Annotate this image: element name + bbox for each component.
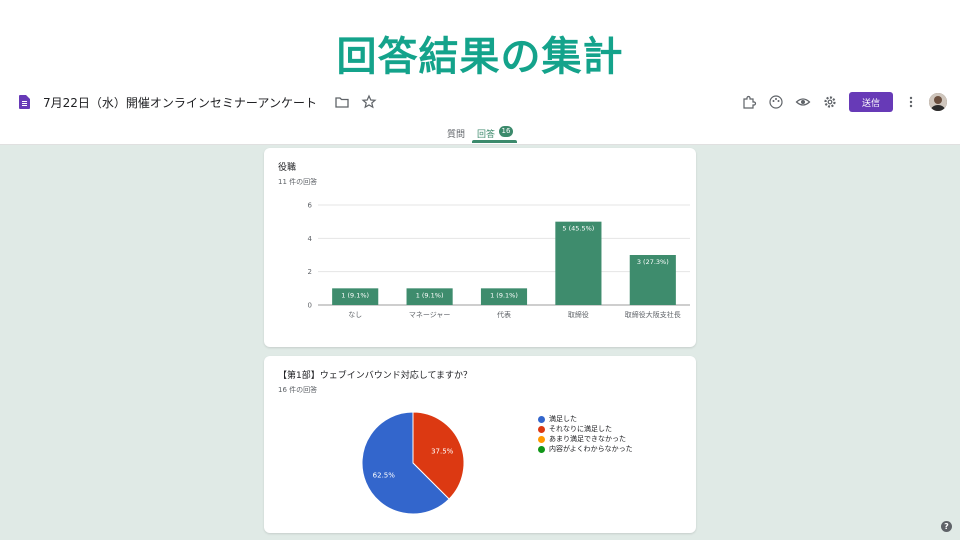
x-tick-label: 取締役大阪支社長 xyxy=(625,310,681,319)
settings-gear-icon[interactable] xyxy=(822,94,838,110)
legend-label: それなりに満足した xyxy=(549,425,612,433)
x-tick-label: マネージャー xyxy=(409,311,451,319)
folder-icon[interactable] xyxy=(334,94,350,110)
legend-swatch xyxy=(538,445,545,453)
form-title[interactable]: 7月22日（水）開催オンラインセミナーアンケート xyxy=(43,94,317,111)
more-vert-icon[interactable] xyxy=(903,94,919,110)
y-tick-label: 2 xyxy=(308,268,312,276)
help-icon[interactable]: ? xyxy=(941,521,952,532)
x-tick-label: なし xyxy=(348,311,362,319)
bar-value-label: 1 (9.1%) xyxy=(490,291,518,299)
tab-responses[interactable]: 回答 xyxy=(477,127,495,140)
active-tab-indicator xyxy=(472,140,517,143)
x-tick-label: 代表 xyxy=(497,310,511,319)
x-tick-label: 取締役 xyxy=(568,310,589,319)
legend-item: 満足した xyxy=(538,414,633,424)
avatar-person-icon xyxy=(929,93,947,111)
bar-value-label: 1 (9.1%) xyxy=(341,291,369,299)
tab-questions[interactable]: 質問 xyxy=(447,127,465,140)
y-tick-label: 6 xyxy=(308,202,313,210)
pie-slice-label: 62.5% xyxy=(373,472,396,480)
addon-puzzle-icon[interactable] xyxy=(741,94,757,110)
legend-label: あまり満足できなかった xyxy=(549,435,626,443)
responses-count-badge: 16 xyxy=(499,126,513,137)
legend-swatch xyxy=(538,425,545,433)
bar-value-label: 3 (27.3%) xyxy=(637,258,669,266)
legend-item: あまり満足できなかった xyxy=(538,434,633,444)
send-button[interactable]: 送信 xyxy=(849,92,893,112)
pie-legend: 満足したそれなりに満足したあまり満足できなかった 内容がよくわからなかった xyxy=(538,414,633,454)
legend-item: 内容がよくわからなかった xyxy=(538,444,633,454)
star-icon[interactable] xyxy=(361,94,377,110)
y-tick-label: 4 xyxy=(308,235,313,243)
legend-label: 内容がよくわからなかった xyxy=(549,445,633,453)
legend-swatch xyxy=(538,435,545,443)
form-tabs: 質問 回答 16 xyxy=(0,122,960,145)
bar-value-label: 5 (45.5%) xyxy=(562,225,594,233)
question-card-role: 役職 11 件の回答 02461 (9.1%) なし 1 (9.1%) マネージャー 1… xyxy=(264,148,696,347)
preview-eye-icon[interactable] xyxy=(795,94,811,110)
bar xyxy=(555,221,602,305)
y-tick-label: 0 xyxy=(308,302,312,310)
role-bar-chart[interactable]: 0 2 4 6 1 (9.1%) なし 1 (9.1%) マネージャー 1 (9.1%) 代表 5 … xyxy=(264,148,696,347)
slide-title: 回答結果の集計 xyxy=(336,34,624,80)
bar-value-label: 1 (9.1%) xyxy=(416,291,444,299)
pie-slice-label: 37.5% xyxy=(431,447,454,455)
legend-item: それなりに満足した xyxy=(538,424,633,434)
legend-swatch xyxy=(538,415,545,423)
legend-label: 満足した xyxy=(549,415,577,423)
forms-logo-icon xyxy=(19,95,30,109)
form-header: 7月22日（水）開催オンラインセミナーアンケート 送信 xyxy=(0,86,960,120)
account-avatar[interactable] xyxy=(929,93,947,111)
question-card-inbound: 【第1部】ウェブインバウンド対応してますか？ 16 件の回答 37.5% 62.5… xyxy=(264,356,696,533)
palette-icon[interactable] xyxy=(768,94,784,110)
